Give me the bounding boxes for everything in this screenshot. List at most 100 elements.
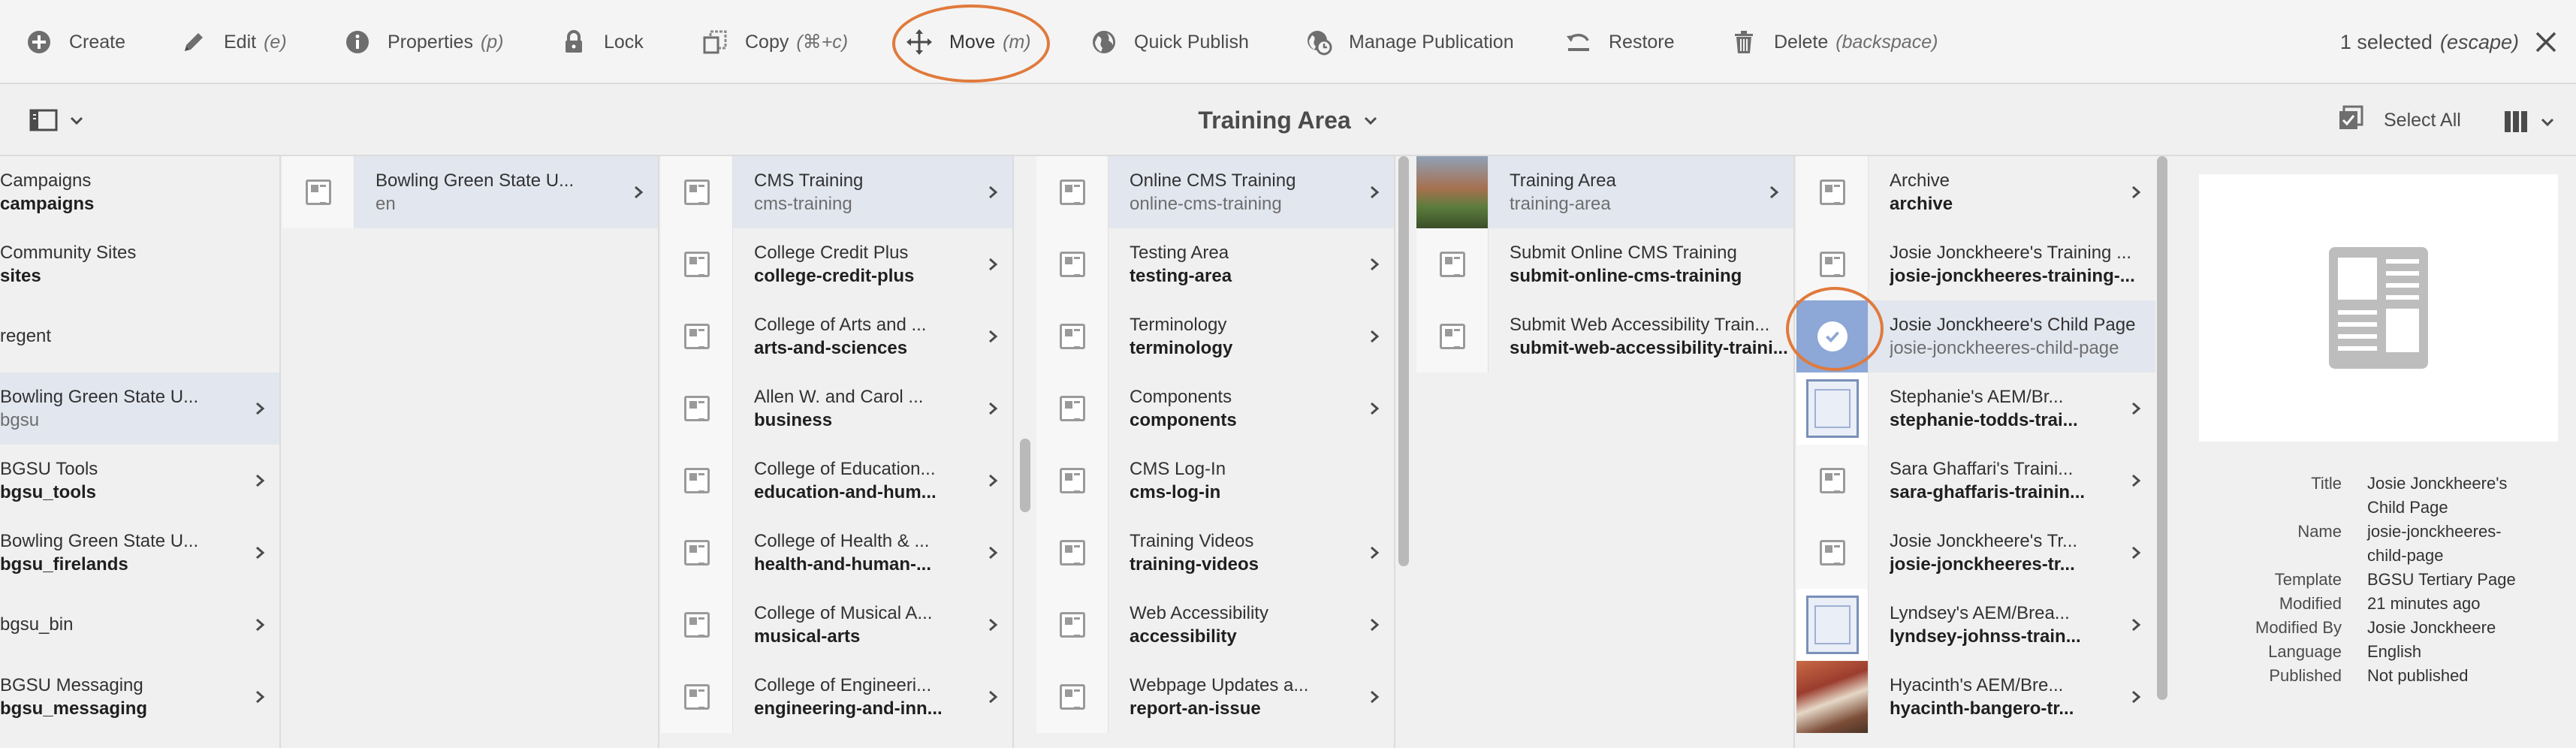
list-item[interactable]: Allen W. and Carol ... business xyxy=(661,372,1012,445)
list-item[interactable]: BGSU Messaging bgsu_messaging xyxy=(0,661,279,733)
column-college-scrollbar[interactable] xyxy=(1020,439,1030,512)
close-icon[interactable] xyxy=(2532,29,2559,56)
item-title: BGSU Tools xyxy=(0,459,98,479)
item-name: college-credit-plus xyxy=(754,266,915,286)
item-name: bgsu xyxy=(0,410,40,430)
item-title: College of Education... xyxy=(754,459,936,479)
item-title: College of Musical A... xyxy=(754,603,933,623)
meta-label: Language xyxy=(2268,642,2342,661)
list-item[interactable]: Bowling Green State U... bgsu_firelands xyxy=(0,517,279,589)
select-all-button[interactable]: Select All xyxy=(2337,84,2461,156)
list-item[interactable]: bgsu_bin xyxy=(0,589,279,661)
properties-button[interactable]: Properties (p) xyxy=(344,0,504,84)
list-item[interactable]: Bowling Green State U... en xyxy=(282,156,658,228)
list-item[interactable]: Submit Web Accessibility Train... submit-… xyxy=(1416,300,1793,372)
create-button[interactable]: Create xyxy=(26,0,125,84)
restore-button[interactable]: Restore xyxy=(1565,0,1675,84)
item-title: Campaigns xyxy=(0,170,92,191)
view-switcher[interactable] xyxy=(2502,108,2555,135)
copy-button[interactable]: Copy (⌘+c) xyxy=(701,0,848,84)
column-sites: Campaigns campaigns Community Sites sites … xyxy=(0,156,281,748)
trash-icon xyxy=(1730,29,1757,56)
list-item[interactable]: Lyndsey's AEM/Brea... lyndsey-johnss-trai… xyxy=(1796,589,2155,661)
list-item[interactable]: Stephanie's AEM/Br... stephanie-todds-tra… xyxy=(1796,372,2155,445)
list-item[interactable]: Community Sites sites xyxy=(0,228,279,300)
list-item[interactable]: College Credit Plus college-credit-plus xyxy=(661,228,1012,300)
list-item[interactable]: CMS Log-In cms-log-in xyxy=(1036,445,1394,517)
chevron-right-icon xyxy=(2116,545,2155,560)
list-item[interactable]: Components components xyxy=(1036,372,1394,445)
item-name: training-videos xyxy=(1130,554,1259,575)
list-item[interactable]: regent xyxy=(0,300,279,372)
meta-modified-by: Modified By Josie Jonckheere xyxy=(2178,616,2576,640)
meta-value: 21 minutes ago xyxy=(2367,594,2481,613)
selected-thumbnail[interactable] xyxy=(1796,300,1869,372)
chevron-right-icon xyxy=(1355,401,1394,416)
list-item[interactable]: Testing Area testing-area xyxy=(1036,228,1394,300)
lock-icon xyxy=(560,29,587,56)
page-thumbnail xyxy=(1036,228,1109,300)
list-item[interactable]: Web Accessibility accessibility xyxy=(1036,589,1394,661)
meta-label: Template xyxy=(2274,570,2342,589)
column-cms-training-scrollbar[interactable] xyxy=(1398,156,1409,566)
column-training-area-scrollbar[interactable] xyxy=(2157,156,2167,700)
meta-label: Published xyxy=(2269,666,2342,685)
quick-publish-button[interactable]: Quick Publish xyxy=(1090,0,1249,84)
delete-button[interactable]: Delete (backspace) xyxy=(1730,0,1938,84)
list-item[interactable]: College of Arts and ... arts-and-sciences xyxy=(661,300,1012,372)
chevron-down-icon xyxy=(2541,118,2554,127)
item-name: josie-jonckheeres-training-... xyxy=(1890,266,2135,286)
lock-button[interactable]: Lock xyxy=(560,0,644,84)
item-title: Allen W. and Carol ... xyxy=(754,387,924,407)
list-item[interactable]: Archive archive xyxy=(1796,156,2155,228)
list-item[interactable]: Bowling Green State U... bgsu xyxy=(0,372,279,445)
page-icon xyxy=(1059,612,1085,638)
column-view-icon xyxy=(2505,111,2527,132)
list-item[interactable]: Terminology terminology xyxy=(1036,300,1394,372)
globe-icon xyxy=(1090,29,1118,56)
list-item[interactable]: Sara Ghaffari's Traini... sara-ghaffaris-… xyxy=(1796,445,2155,517)
meta-language: Language English xyxy=(2178,640,2576,664)
list-item[interactable]: BGSU Tools bgsu_tools xyxy=(0,445,279,517)
page-icon xyxy=(683,252,710,277)
list-item[interactable]: College of Musical A... musical-arts xyxy=(661,589,1012,661)
list-item[interactable]: College of Education... education-and-hum… xyxy=(661,445,1012,517)
item-name: engineering-and-inn... xyxy=(754,698,943,719)
item-title: Lyndsey's AEM/Brea... xyxy=(1890,603,2070,623)
list-item-selected[interactable]: Josie Jonckheere's Child Page josie-jonck… xyxy=(1796,300,2155,372)
manage-publication-button[interactable]: Manage Publication xyxy=(1305,0,1514,84)
list-item[interactable]: Training Videos training-videos xyxy=(1036,517,1394,589)
page-icon xyxy=(683,179,710,205)
item-name: cms-training xyxy=(754,194,852,214)
page-icon xyxy=(305,179,331,205)
list-item[interactable]: Submit Online CMS Training submit-online-… xyxy=(1416,228,1793,300)
edit-button[interactable]: Edit (e) xyxy=(180,0,287,84)
list-item[interactable]: Webpage Updates a... report-an-issue xyxy=(1036,661,1394,733)
item-name: training-area xyxy=(1510,194,1611,214)
move-button[interactable]: Move (m) xyxy=(906,0,1031,84)
list-item[interactable]: Josie Jonckheere's Tr... josie-jonckheere… xyxy=(1796,517,2155,589)
item-title: Sara Ghaffari's Traini... xyxy=(1890,459,2074,479)
chevron-right-icon xyxy=(1355,617,1394,632)
move-arrows-icon xyxy=(906,29,933,56)
list-item[interactable]: CMS Training cms-training xyxy=(661,156,1012,228)
properties-label: Properties xyxy=(388,31,473,53)
item-title: Testing Area xyxy=(1130,243,1229,263)
list-item[interactable]: College of Health & ... health-and-human-… xyxy=(661,517,1012,589)
chevron-right-icon xyxy=(973,185,1012,200)
item-title: Training Videos xyxy=(1130,531,1254,551)
preview-panel: Title Josie Jonckheere's Child Page Name… xyxy=(2178,156,2576,748)
list-item[interactable]: Training Area training-area xyxy=(1416,156,1793,228)
page-preview-icon xyxy=(2329,247,2428,369)
page-icon xyxy=(1439,252,1465,277)
list-item[interactable]: Josie Jonckheere's Training ... josie-jon… xyxy=(1796,228,2155,300)
list-item[interactable]: Online CMS Training online-cms-training xyxy=(1036,156,1394,228)
item-name: lyndsey-johnss-train... xyxy=(1890,626,2081,647)
photo-thumbnail xyxy=(1796,661,1869,733)
list-item[interactable]: College of Engineeri... engineering-and-i… xyxy=(661,661,1012,733)
list-item[interactable]: Hyacinth's AEM/Bre... hyacinth-bangero-tr… xyxy=(1796,661,2155,733)
list-item[interactable]: Campaigns campaigns xyxy=(0,156,279,228)
item-title: Bowling Green State U... xyxy=(0,531,199,551)
chevron-right-icon xyxy=(2116,689,2155,704)
page-title[interactable]: Training Area xyxy=(0,84,2576,156)
